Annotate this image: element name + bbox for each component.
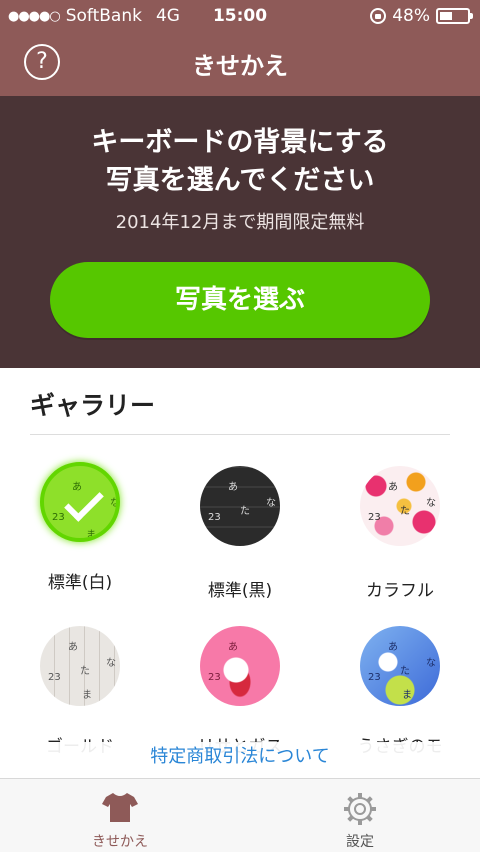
banner-title: キーボードの背景にする 写真を選んでください [0,124,480,200]
keyboard-chars: あ た な 23 [208,482,276,523]
banner-title-line2: 写真を選んでください [105,165,375,196]
tab-label: きせかえ [92,834,148,850]
battery-percent: 48% [392,6,430,26]
status-bar: ●●●●○ SoftBank 4G 15:00 48% [0,0,480,34]
theme-label: カラフル [366,581,434,601]
shirt-icon [102,793,138,822]
photo-picker-banner: キーボードの背景にする 写真を選んでください 2014年12月まで期間限定無料 … [0,96,480,368]
theme-preview: あ 23 [200,626,280,706]
gallery-heading: ギャラリー [30,391,156,420]
page-title: きせかえ [192,52,288,80]
tab-label: 設定 [346,834,374,850]
theme-label: 標準(黒) [207,581,273,601]
tab-kisekae[interactable]: きせかえ [0,779,240,852]
theme-standard-black[interactable]: あ た な 23 標準(黒) [160,462,320,601]
theme-colorful[interactable]: あ た な 23 カラフル [320,462,480,601]
banner-subtitle: 2014年12月まで期間限定無料 [115,212,365,233]
rotation-lock-icon [370,8,387,24]
keyboard-chars: あ た な 23 ま [48,642,116,701]
theme-label: 標準(白) [47,573,113,593]
navigation-bar: ? きせかえ [0,34,480,96]
theme-preview: あ た な 23 [200,466,280,546]
keyboard-chars: あ 23 [208,642,238,683]
divider [30,434,450,435]
tab-bar: きせかえ 設定 [0,778,480,852]
theme-lisa-and-gaspard[interactable]: あ 23 リサとガス [160,626,320,757]
theme-preview: あ た な 23 ま [40,626,120,706]
theme-standard-white[interactable]: あ な 23 ま 標準(白) [0,462,160,593]
theme-preview: あ な 23 ま [40,462,120,542]
gear-icon [344,793,376,825]
battery-icon [436,8,473,24]
battery-info: 48% [370,6,473,26]
keyboard-chars: あ た な 23 ま [368,642,436,701]
theme-preview: あ た な 23 ま [360,626,440,706]
theme-rabbit[interactable]: あ た な 23 ま うさぎのモ [320,626,480,757]
choose-photo-button[interactable]: 写真を選ぶ [50,262,430,338]
theme-preview: あ た な 23 [360,466,440,546]
tab-settings[interactable]: 設定 [240,779,480,852]
legal-notice-link[interactable]: 特定商取引法について [0,742,480,776]
keyboard-chars: あ た な 23 [368,482,436,523]
banner-title-line1: キーボードの背景にする [91,127,389,158]
theme-gold[interactable]: あ た な 23 ま ゴールド [0,626,160,757]
